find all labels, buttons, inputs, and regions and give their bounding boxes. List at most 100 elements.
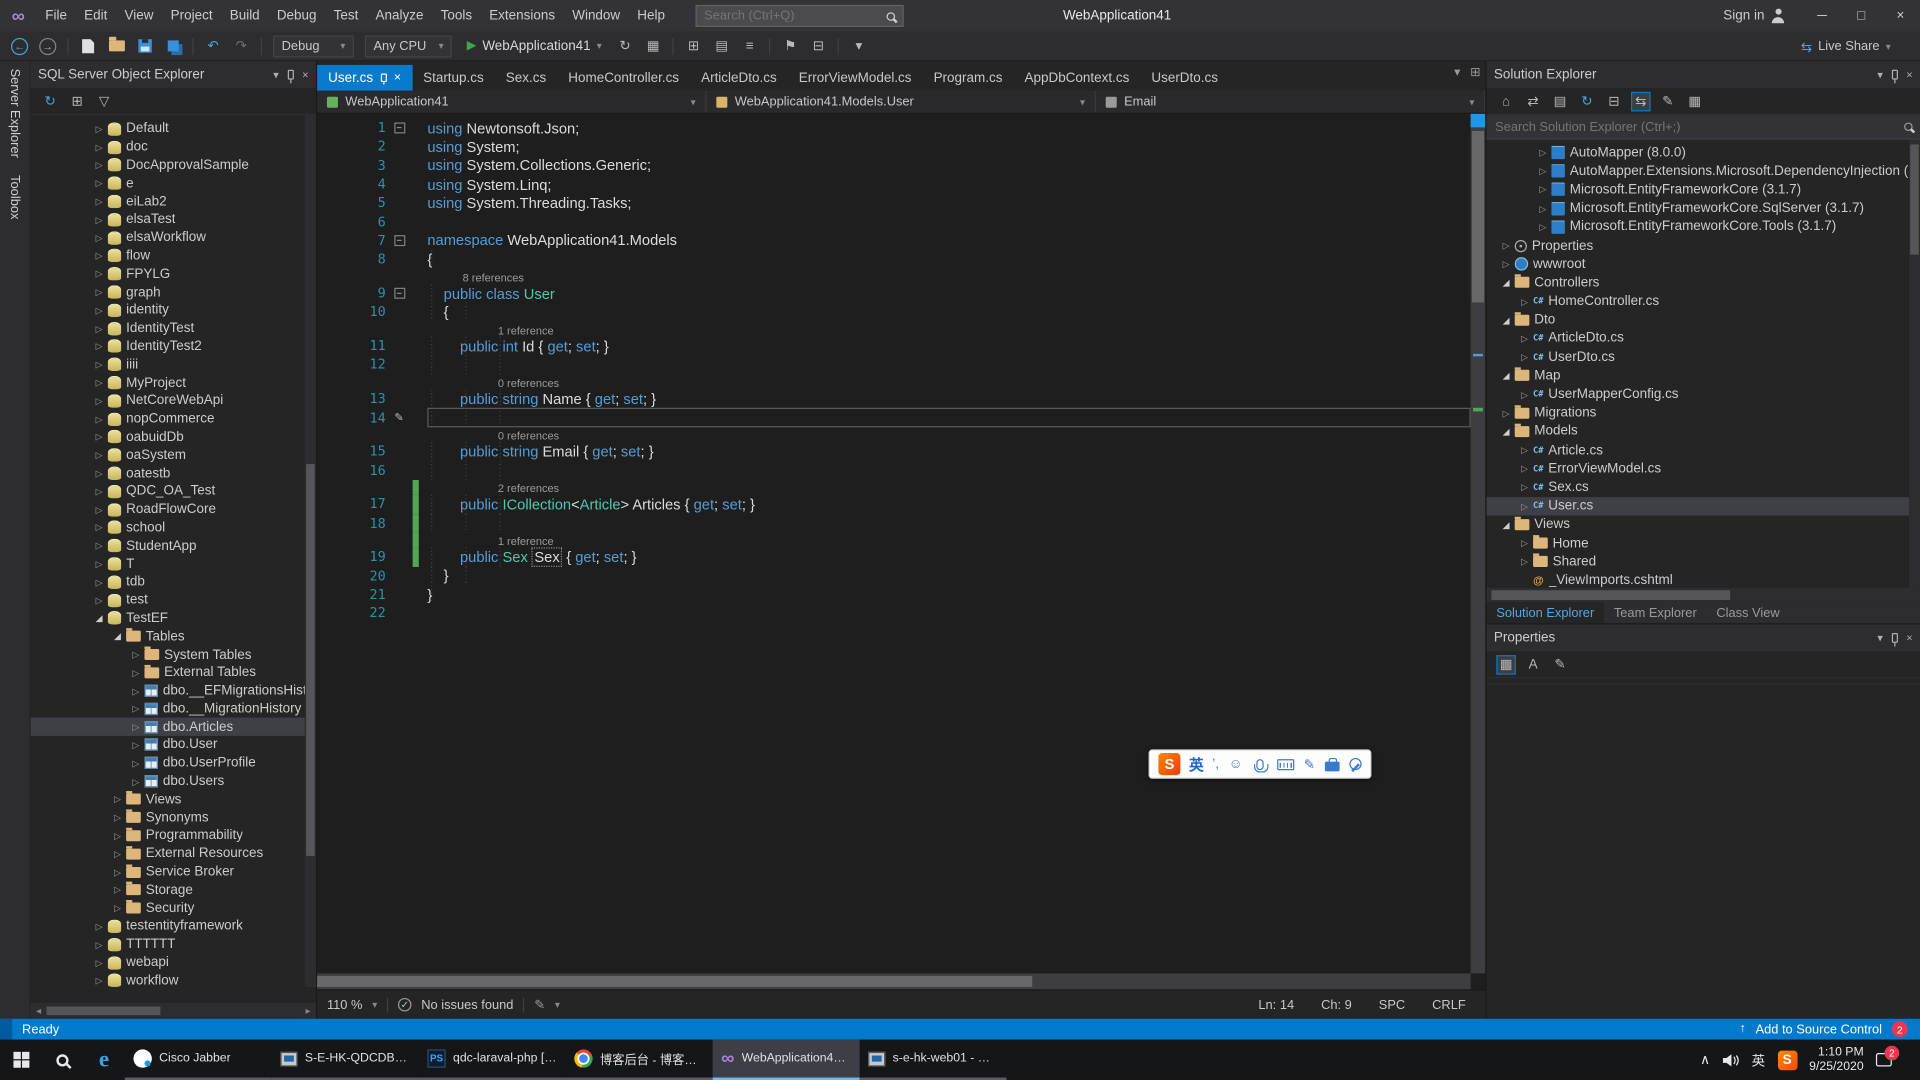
menu-test[interactable]: Test [325, 0, 367, 32]
sidebar-tab-toolbox[interactable]: Toolbox [7, 175, 22, 219]
chevron-collapsed-icon[interactable]: ▷ [92, 395, 107, 406]
tree-item-tttttt[interactable]: ▷TTTTTT [31, 935, 305, 953]
code-line[interactable]: 11 public int Id { get; set; } [317, 337, 1470, 356]
scroll-right-icon[interactable]: ▸ [300, 1005, 316, 1016]
code-line[interactable]: 14✎ [317, 408, 1470, 427]
space-indicator[interactable]: SPC [1379, 997, 1405, 1012]
code-line[interactable]: 5using System.Threading.Tasks; [317, 194, 1470, 213]
chevron-collapsed-icon[interactable]: ▷ [1517, 352, 1532, 363]
panel-close-icon[interactable]: × [1906, 69, 1912, 81]
chevron-collapsed-icon[interactable]: ▷ [92, 486, 107, 497]
solution-tree-scrollbar[interactable] [1909, 140, 1920, 588]
handwriting-icon[interactable]: ✎ [1304, 756, 1315, 772]
panel-close-icon[interactable]: × [302, 69, 308, 81]
codelens-references[interactable]: 1 reference [427, 536, 553, 548]
minimize-button[interactable]: ─ [1802, 0, 1841, 32]
code-line[interactable]: 3using System.Collections.Generic; [317, 156, 1470, 175]
menu-window[interactable]: Window [564, 0, 629, 32]
tree-item-identitytest2[interactable]: ▷IdentityTest2 [31, 337, 305, 355]
chevron-down-icon[interactable]: ▾ [1469, 96, 1474, 107]
tree-item-viewimports-cshtml[interactable]: @_ViewImports.cshtml [1487, 571, 1909, 588]
tree-item-migrations[interactable]: ▷Migrations [1487, 404, 1909, 423]
chevron-collapsed-icon[interactable]: ▷ [92, 450, 107, 461]
toolbar-refresh-icon[interactable]: ↻ [613, 34, 637, 58]
panel-tab-class-view[interactable]: Class View [1707, 602, 1790, 623]
chevron-collapsed-icon[interactable]: ▷ [92, 975, 107, 986]
code-line[interactable]: 13 public string Name { get; set; } [317, 389, 1470, 408]
chevron-collapsed-icon[interactable]: ▷ [92, 921, 107, 932]
menu-edit[interactable]: Edit [76, 0, 116, 32]
panel-menu-icon[interactable]: ▾ [1877, 68, 1883, 81]
switch-views-icon[interactable]: ⇄ [1523, 91, 1543, 111]
pin-icon[interactable] [380, 73, 386, 82]
code-line[interactable]: 1−using Newtonsoft.Json; [317, 119, 1470, 138]
chevron-collapsed-icon[interactable]: ▷ [92, 178, 107, 189]
tree-item-dbo-users[interactable]: ▷dbo.Users [31, 772, 305, 790]
chevron-collapsed-icon[interactable]: ▷ [110, 794, 125, 805]
tree-item-tables[interactable]: ◢Tables [31, 627, 305, 645]
tree-item-school[interactable]: ▷school [31, 519, 305, 537]
chevron-collapsed-icon[interactable]: ▷ [1536, 184, 1551, 195]
tree-item-external-tables[interactable]: ▷External Tables [31, 664, 305, 682]
chevron-collapsed-icon[interactable]: ▷ [1517, 556, 1532, 567]
toolbar-bookmark-icon[interactable]: ⚑ [778, 34, 802, 58]
chevron-collapsed-icon[interactable]: ▷ [110, 830, 125, 841]
chevron-collapsed-icon[interactable]: ▷ [92, 305, 107, 316]
chevron-collapsed-icon[interactable]: ▷ [92, 287, 107, 298]
tree-item-microsoft-entityframeworkcore-sqlserver-3-1-7[interactable]: ▷Microsoft.EntityFrameworkCore.SqlServer… [1487, 199, 1909, 218]
chevron-collapsed-icon[interactable]: ▷ [92, 558, 107, 569]
fold-collapse-icon[interactable]: − [394, 123, 405, 134]
tree-item-security[interactable]: ▷Security [31, 899, 305, 917]
tree-item-article-cs[interactable]: ▷C#Article.cs [1487, 441, 1909, 460]
tree-item-microsoft-entityframeworkcore-tools-3-1-7[interactable]: ▷Microsoft.EntityFrameworkCore.Tools (3.… [1487, 218, 1909, 237]
tree-item-dto[interactable]: ◢Dto [1487, 311, 1909, 330]
chevron-collapsed-icon[interactable]: ▷ [129, 721, 144, 732]
pin-icon[interactable] [1892, 633, 1898, 643]
code-line[interactable]: 6 [317, 212, 1470, 231]
sign-in-button[interactable]: Sign in [1723, 9, 1785, 24]
tree-item-user-cs[interactable]: ▷C#User.cs [1487, 497, 1909, 516]
chevron-collapsed-icon[interactable]: ▷ [92, 196, 107, 207]
close-button[interactable]: × [1881, 0, 1920, 32]
menu-analyze[interactable]: Analyze [367, 0, 432, 32]
tree-item-dbo-migrationhistory[interactable]: ▷dbo.__MigrationHistory [31, 700, 305, 718]
mic-icon[interactable] [1256, 759, 1263, 770]
sogou-logo-icon[interactable]: S [1158, 753, 1180, 775]
document-tab-userdto-cs[interactable]: UserDto.cs [1140, 65, 1229, 91]
document-tab-errorviewmodel-cs[interactable]: ErrorViewModel.cs [788, 65, 923, 91]
toolbar-navigate-forward-icon[interactable]: → [36, 34, 60, 58]
tree-item-testef[interactable]: ◢TestEF [31, 609, 305, 627]
panel-menu-icon[interactable]: ▾ [1877, 631, 1883, 644]
window-layout-icon[interactable]: ⊞ [1470, 66, 1480, 79]
codelens-references[interactable]: 0 references [427, 430, 559, 442]
tree-item-oasystem[interactable]: ▷oaSystem [31, 446, 305, 464]
tree-item-external-resources[interactable]: ▷External Resources [31, 845, 305, 863]
chevron-collapsed-icon[interactable]: ▷ [129, 685, 144, 696]
volume-icon[interactable] [1722, 1052, 1739, 1067]
chevron-expanded-icon[interactable]: ◢ [1499, 277, 1514, 288]
chevron-collapsed-icon[interactable]: ▷ [129, 740, 144, 751]
punctuation-icon[interactable]: ’, [1212, 757, 1219, 772]
chevron-collapsed-icon[interactable]: ▷ [1517, 333, 1532, 344]
chevron-collapsed-icon[interactable]: ▷ [92, 577, 107, 588]
pin-icon[interactable] [287, 70, 293, 80]
menu-file[interactable]: File [37, 0, 76, 32]
tree-item-test[interactable]: ▷test [31, 591, 305, 609]
vs-logo-icon[interactable]: ∞ [0, 6, 37, 27]
tray-expand-icon[interactable]: ∧ [1700, 1052, 1710, 1068]
document-tab-user-cs[interactable]: User.cs× [317, 65, 412, 91]
chevron-expanded-icon[interactable]: ◢ [1499, 519, 1514, 530]
fold-collapse-icon[interactable]: − [394, 288, 405, 299]
solution-horizontal-scrollbar[interactable] [1487, 588, 1920, 603]
chevron-collapsed-icon[interactable]: ▷ [92, 413, 107, 424]
tree-item-dbo-articles[interactable]: ▷dbo.Articles [31, 718, 305, 736]
code-line[interactable]: 9− public class User [317, 284, 1470, 303]
tree-item-workflow[interactable]: ▷workflow [31, 972, 305, 987]
tree-item-studentapp[interactable]: ▷StudentApp [31, 537, 305, 555]
menu-view[interactable]: View [116, 0, 162, 32]
tree-item-graph[interactable]: ▷graph [31, 283, 305, 301]
code-line[interactable]: 19 public Sex Sex { get; set; } [317, 548, 1470, 567]
alphabetical-icon[interactable]: A [1523, 654, 1543, 674]
code-line[interactable]: 15 public string Email { get; set; } [317, 442, 1470, 461]
platform-dropdown[interactable]: Any CPU▾ [365, 35, 452, 57]
